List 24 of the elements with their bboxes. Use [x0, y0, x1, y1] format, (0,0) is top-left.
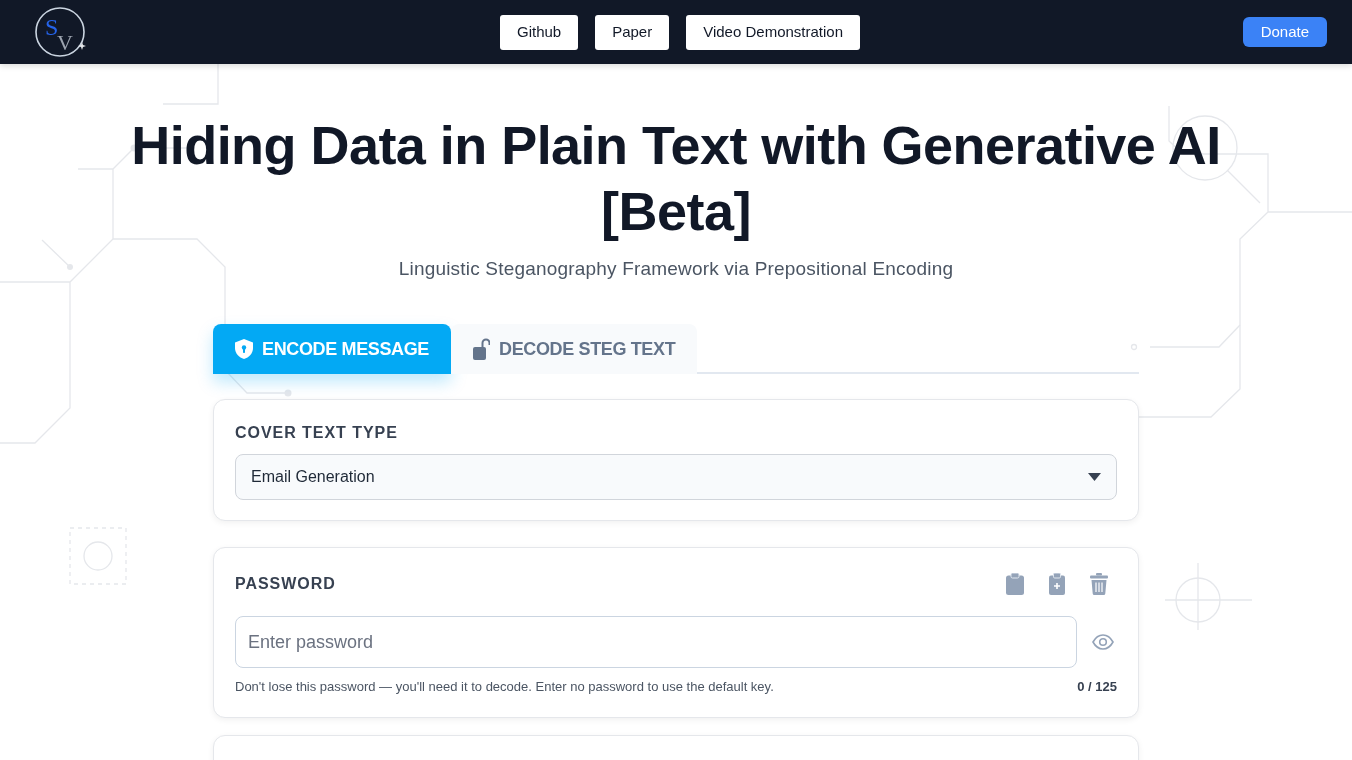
nav-link-button[interactable]: Github [499, 14, 579, 50]
cover-type-select[interactable]: Email Generation [235, 454, 1117, 500]
open-lock-icon [473, 338, 490, 360]
eye-icon [1092, 634, 1114, 650]
logo[interactable]: S V [33, 5, 87, 59]
field-label: COVER TEXT TYPE [235, 423, 399, 443]
generate-button[interactable] [1046, 572, 1068, 596]
tab[interactable]: DECODE STEG TEXT [451, 324, 698, 374]
field-label: PASSWORD [235, 574, 336, 594]
nav-link-button[interactable]: Video Demonstration [686, 14, 860, 50]
password-hint: Don't lose this password — you'll need it to decode. Enter no password to use the default key. [235, 679, 774, 695]
donate-button[interactable]: Donate [1242, 17, 1327, 47]
shield-keyhole-icon [235, 339, 253, 359]
clipboard-icon [1006, 573, 1024, 595]
clear-button[interactable] [1088, 572, 1110, 596]
clipboard-plus-icon [1049, 573, 1065, 595]
paste-button[interactable] [1004, 572, 1026, 596]
nav-link-button[interactable]: Paper [595, 14, 670, 50]
trash-icon [1090, 573, 1108, 595]
password-input[interactable]: Enter password [235, 616, 1077, 668]
page-subtitle: Linguistic Steganography Framework via Prepositional Encoding [398, 257, 954, 281]
page-title: Hiding Data in Plain Text with Generative AI [Beta] [130, 114, 1222, 243]
character-counter: 0 / 125 [1077, 679, 1117, 695]
caret-down-icon [1088, 473, 1101, 481]
